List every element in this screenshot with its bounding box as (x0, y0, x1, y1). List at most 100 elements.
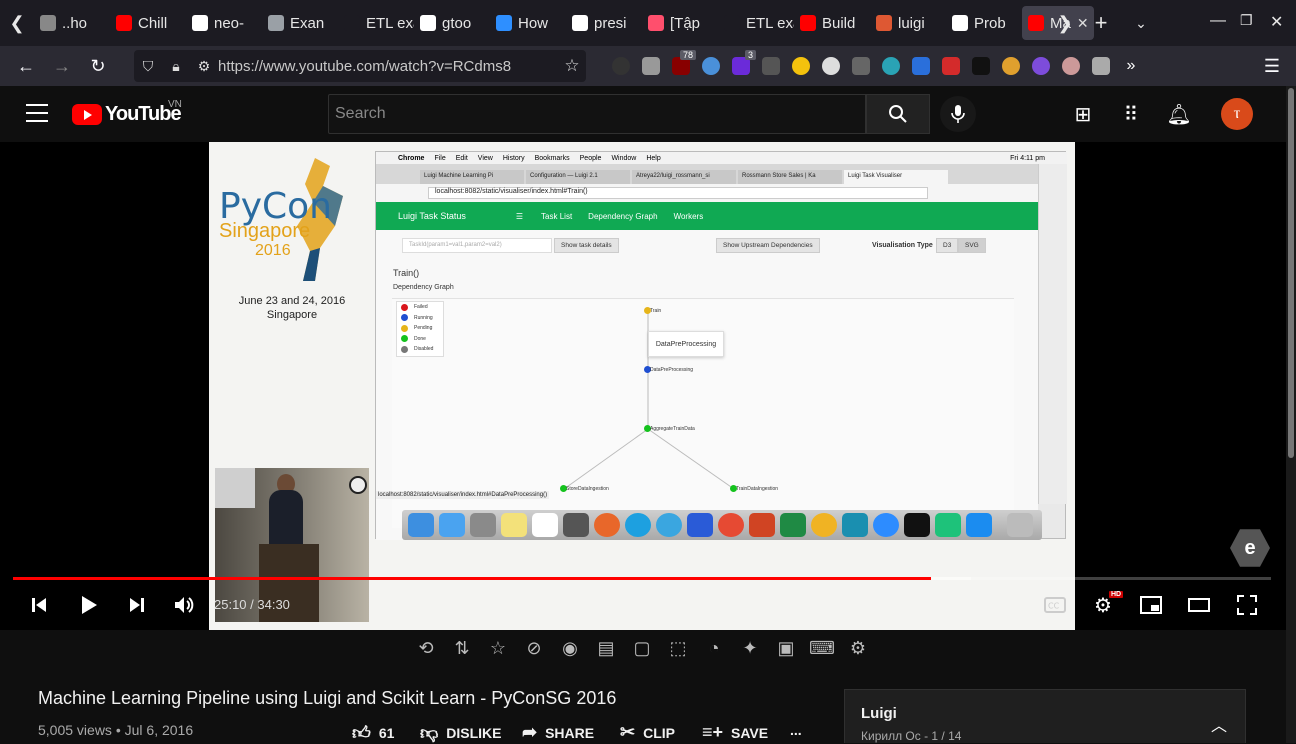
browser-tab[interactable]: neo- (186, 6, 262, 40)
save-button[interactable]: ≡+ SAVE (702, 722, 768, 743)
tool-settings-icon[interactable]: ⚙ (846, 636, 870, 660)
extension-icon-4[interactable] (696, 46, 726, 86)
browser-tab[interactable]: ETL exa (338, 6, 414, 40)
guide-menu-icon[interactable] (26, 104, 48, 122)
sun-icon[interactable] (786, 46, 816, 86)
volume-icon[interactable] (171, 592, 197, 618)
keyboard-icon[interactable]: ⌨ (809, 636, 835, 660)
video-frame[interactable]: PyCon Singapore 2016 June 23 and 24, 201… (209, 142, 1075, 630)
reload-icon[interactable]: ↻ (80, 46, 116, 86)
next-video-icon[interactable] (124, 592, 150, 618)
search-input[interactable]: Search (328, 94, 866, 134)
previous-video-icon[interactable] (26, 592, 52, 618)
play-icon (648, 15, 664, 31)
clip-button[interactable]: ✂ CLIP (620, 722, 675, 743)
restore-window-icon[interactable]: ❐ (1240, 12, 1253, 29)
extension-icon-14[interactable] (996, 46, 1026, 86)
edge-extension-logo[interactable]: e (1230, 529, 1270, 567)
cast-view-icon[interactable]: ◉ (558, 636, 582, 660)
finder-icon (408, 513, 434, 537)
extension-icon-2[interactable] (636, 46, 666, 86)
graph-label-aggregate: AggregateTrainData (650, 426, 695, 432)
hamburger-menu-icon[interactable]: ☰ (1254, 46, 1290, 86)
clapperboard-icon[interactable]: ▤ (594, 636, 618, 660)
create-video-icon[interactable]: ⊞ (1071, 102, 1095, 126)
lock-icon[interactable]: 🔒︎ (162, 58, 190, 75)
more-actions-button[interactable]: ... (790, 722, 802, 738)
extension-icon-12[interactable] (936, 46, 966, 86)
loop-icon[interactable]: ⟲ (414, 636, 438, 660)
browser-tab[interactable]: [Tập (642, 6, 718, 40)
like-button[interactable]: 👍︎ 61 (352, 722, 394, 744)
fullscreen-icon[interactable] (1234, 592, 1260, 618)
youtube-logo[interactable]: YouTube VN (72, 99, 182, 126)
miniplayer-icon[interactable] (1138, 592, 1164, 618)
collapse-chevron-icon[interactable]: ︿ (1211, 712, 1227, 736)
close-window-icon[interactable]: ✕ (1270, 12, 1283, 32)
overflow-menu-icon[interactable]: » (1116, 46, 1146, 86)
extension-icon-16[interactable] (1056, 46, 1086, 86)
browser-tab[interactable]: How (490, 6, 566, 40)
browser-tab[interactable]: gtoo (414, 6, 490, 40)
screenshot-camera-icon[interactable]: ▣ (774, 636, 798, 660)
extension-icon-5[interactable]: 3 (726, 46, 756, 86)
progress-buffered (931, 577, 971, 580)
extension-icon-6[interactable] (756, 46, 786, 86)
ublock-icon[interactable]: 78 (666, 46, 696, 86)
extension-icon-15[interactable] (1026, 46, 1056, 86)
sparkle-icon[interactable]: ✦ (738, 636, 762, 660)
theater-mode-icon[interactable] (1186, 592, 1212, 618)
tab-scroll-right-icon[interactable]: ❯ (1048, 0, 1082, 46)
browser-tab[interactable]: ..ho (34, 6, 110, 40)
browser-tab[interactable]: Prob (946, 6, 1022, 40)
voice-search-button[interactable] (940, 96, 976, 132)
star-icon[interactable]: ☆ (486, 636, 510, 660)
share-button[interactable]: ➦ SHARE (522, 722, 594, 743)
ads-block-icon[interactable]: ⊘ (522, 636, 546, 660)
browser-tab-label: neo- (214, 14, 245, 32)
url-bar[interactable]: ⛉ 🔒︎ ⚙ https://www.youtube.com/watch?v=R… (134, 50, 586, 82)
dislike-button[interactable]: 👎︎ DISLIKE (420, 722, 502, 744)
extension-icon-8[interactable] (816, 46, 846, 86)
outlook-icon (811, 513, 837, 537)
browser-tab[interactable]: luigi (870, 6, 946, 40)
permissions-icon[interactable]: ⚙ (190, 58, 218, 75)
browser-tab[interactable]: ETL exa (718, 6, 794, 40)
search-button[interactable] (866, 94, 930, 134)
subtitles-icon[interactable]: CC (1042, 592, 1068, 618)
extension-icon-17[interactable] (1086, 46, 1116, 86)
scrollbar-thumb[interactable] (1288, 88, 1294, 458)
playlist-panel[interactable]: Luigi Кирилл Ос - 1 / 14 ︿ (844, 689, 1246, 743)
url-text[interactable]: https://www.youtube.com/watch?v=RCdms8 (218, 58, 558, 75)
forward-icon[interactable]: → (44, 46, 80, 86)
tracking-shield-icon[interactable]: ⛉ (134, 58, 162, 75)
video-player-icon[interactable] (966, 46, 996, 86)
browser-tab[interactable]: Build (794, 6, 870, 40)
bookmark-star-icon[interactable]: ☆ (558, 56, 586, 76)
avatar[interactable]: ⲧ (1221, 98, 1253, 130)
notifications-bell-icon[interactable]: 🔔︎ (1166, 102, 1191, 126)
new-tab-icon[interactable]: + (1084, 0, 1118, 46)
extension-icon-1[interactable] (606, 46, 636, 86)
minimize-window-icon[interactable]: — (1210, 12, 1226, 30)
back-icon[interactable]: ← (8, 46, 44, 86)
aspect-ratio-icon[interactable]: ▢ (630, 636, 654, 660)
video-player[interactable]: PyCon Singapore 2016 June 23 and 24, 201… (0, 142, 1286, 630)
page-scrollbar[interactable] (1286, 86, 1296, 743)
speed-gauge-icon[interactable]: ◔ (702, 636, 726, 660)
play-button[interactable] (76, 592, 102, 618)
browser-tab[interactable]: presi (566, 6, 642, 40)
extension-icon-10[interactable] (876, 46, 906, 86)
graph-label-store-ingestion: StoreDataIngestion (566, 486, 609, 492)
crop-icon[interactable]: ⬚ (666, 636, 690, 660)
progress-bar[interactable] (13, 577, 1271, 580)
browser-tab[interactable]: Chill (110, 6, 186, 40)
sort-icon[interactable]: ⇅ (450, 636, 474, 660)
apps-grid-icon[interactable]: ⠿ (1119, 102, 1143, 126)
list-all-tabs-icon[interactable]: ⌄ (1124, 0, 1158, 46)
mac-menu-item: View (477, 154, 493, 162)
extension-icon-9[interactable] (846, 46, 876, 86)
browser-tab[interactable]: Exan (262, 6, 338, 40)
tab-scroll-left-icon[interactable]: ❮ (0, 0, 34, 46)
download-icon[interactable] (906, 46, 936, 86)
